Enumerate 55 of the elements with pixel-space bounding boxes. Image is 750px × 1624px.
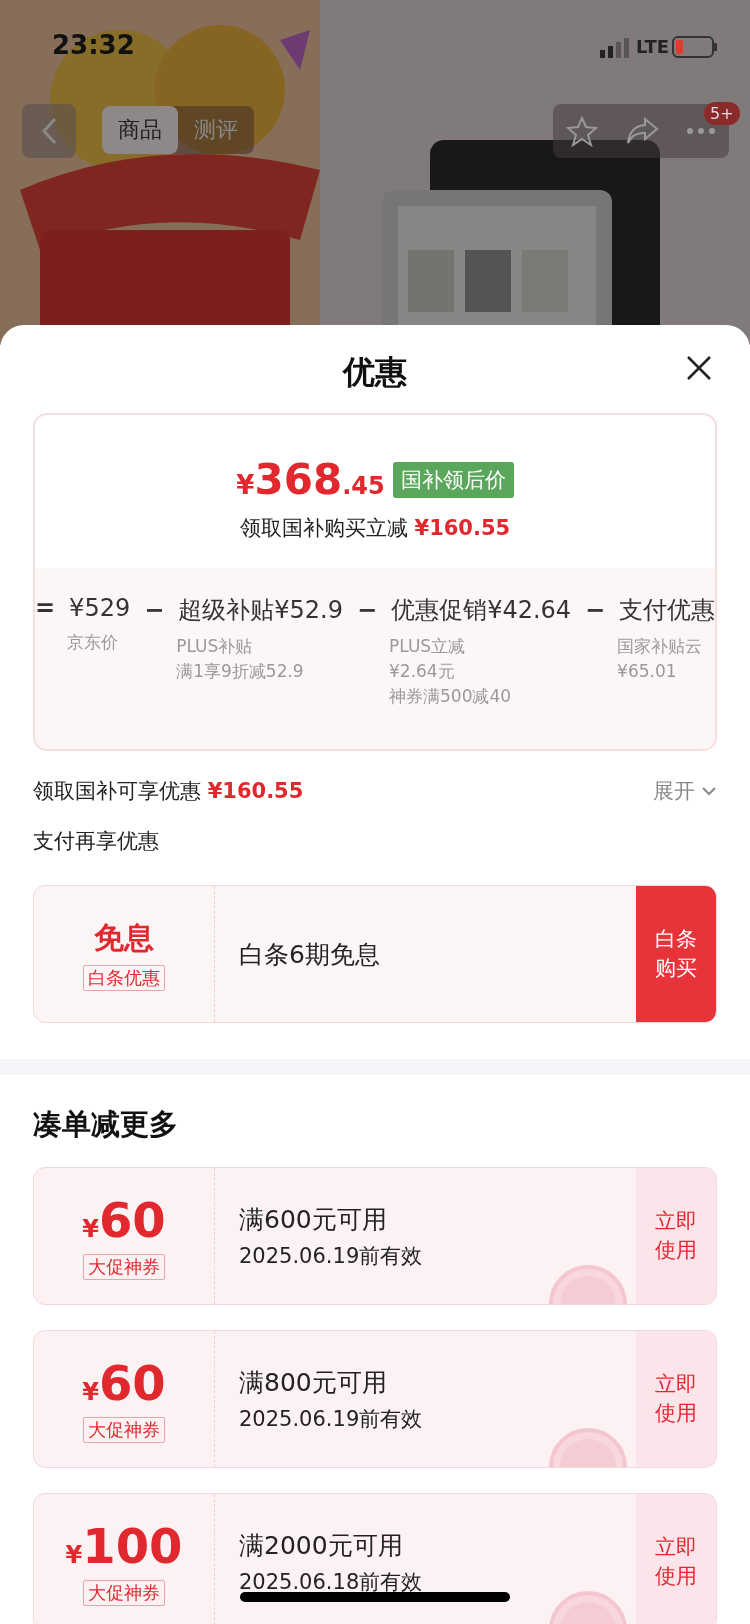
term-note: PLUS立减: [389, 635, 467, 658]
use-button[interactable]: 立即使用: [636, 1168, 716, 1304]
coupon-amount: ¥60: [82, 1355, 166, 1411]
share-icon[interactable]: [625, 116, 659, 146]
term-note: ¥65.01: [617, 660, 678, 683]
chevron-left-icon: [41, 117, 57, 145]
term-note: 神券满500减40: [389, 685, 513, 708]
star-icon[interactable]: [566, 115, 599, 147]
operator-sign: −: [144, 596, 165, 624]
coupon-tag: 大促神券: [83, 1580, 165, 1606]
coupon-amount: ¥100: [65, 1518, 183, 1574]
final-price: ¥368.45: [236, 455, 385, 504]
operator-sign: =: [35, 594, 56, 622]
offer-text: 白条6期免息: [239, 938, 381, 971]
network-label: LTE: [636, 36, 670, 57]
coupon-condition: 满2000元可用: [239, 1529, 404, 1562]
operator-sign: −: [585, 596, 606, 624]
coupon-condition: 满600元可用: [239, 1203, 388, 1236]
coupon-validity: 2025.06.19前有效: [239, 1242, 424, 1270]
price-term: 支付优惠: [619, 595, 715, 626]
offer-tag: 白条优惠: [83, 964, 165, 991]
offer-title: 免息: [94, 918, 154, 957]
use-button[interactable]: 立即使用: [636, 1494, 716, 1624]
coupon-tag: 大促神券: [83, 1417, 165, 1443]
signal-icon: [598, 38, 632, 58]
coupon-amount: ¥60: [82, 1192, 166, 1248]
nav-tab[interactable]: 商品: [102, 106, 178, 154]
summary-amount: ¥160.55: [207, 779, 304, 803]
price-term: 优惠促销¥42.64: [391, 595, 572, 626]
price-term: ¥529: [69, 594, 131, 622]
term-note: 京东价: [67, 631, 119, 654]
status-time: 23:32: [52, 30, 135, 60]
summary-label: 领取国补可享优惠: [33, 779, 201, 803]
coupon-condition: 满800元可用: [239, 1366, 388, 1399]
term-note: 国家补贴云: [617, 635, 704, 658]
buy-button[interactable]: 白条购买: [636, 886, 716, 1022]
section-title: 凑单减更多: [33, 1106, 179, 1143]
battery-icon: [672, 36, 718, 58]
term-note: 满1享9折减52.9: [176, 660, 305, 683]
chevron-down-icon: [701, 786, 717, 796]
close-icon[interactable]: [686, 355, 712, 381]
sheet-title: 优惠: [343, 353, 407, 391]
saving-amount: ¥160.55: [414, 516, 511, 540]
section-label: 支付再享优惠: [33, 828, 160, 855]
saving-label: 领取国补购买立减: [239, 516, 408, 540]
coupon-validity: 2025.06.19前有效: [239, 1405, 424, 1433]
coupon-validity: 2025.06.18前有效: [239, 1568, 424, 1596]
term-note: PLUS补贴: [176, 635, 254, 658]
use-button[interactable]: 立即使用: [636, 1331, 716, 1467]
expand-toggle[interactable]: 展开: [653, 777, 717, 805]
coupon-tag: 大促神券: [83, 1254, 165, 1280]
price-term: 超级补贴¥52.9: [178, 595, 343, 626]
operator-sign: −: [357, 596, 378, 624]
price-tag: 国补领后价: [392, 461, 514, 498]
term-note: ¥2.64元: [389, 660, 456, 683]
